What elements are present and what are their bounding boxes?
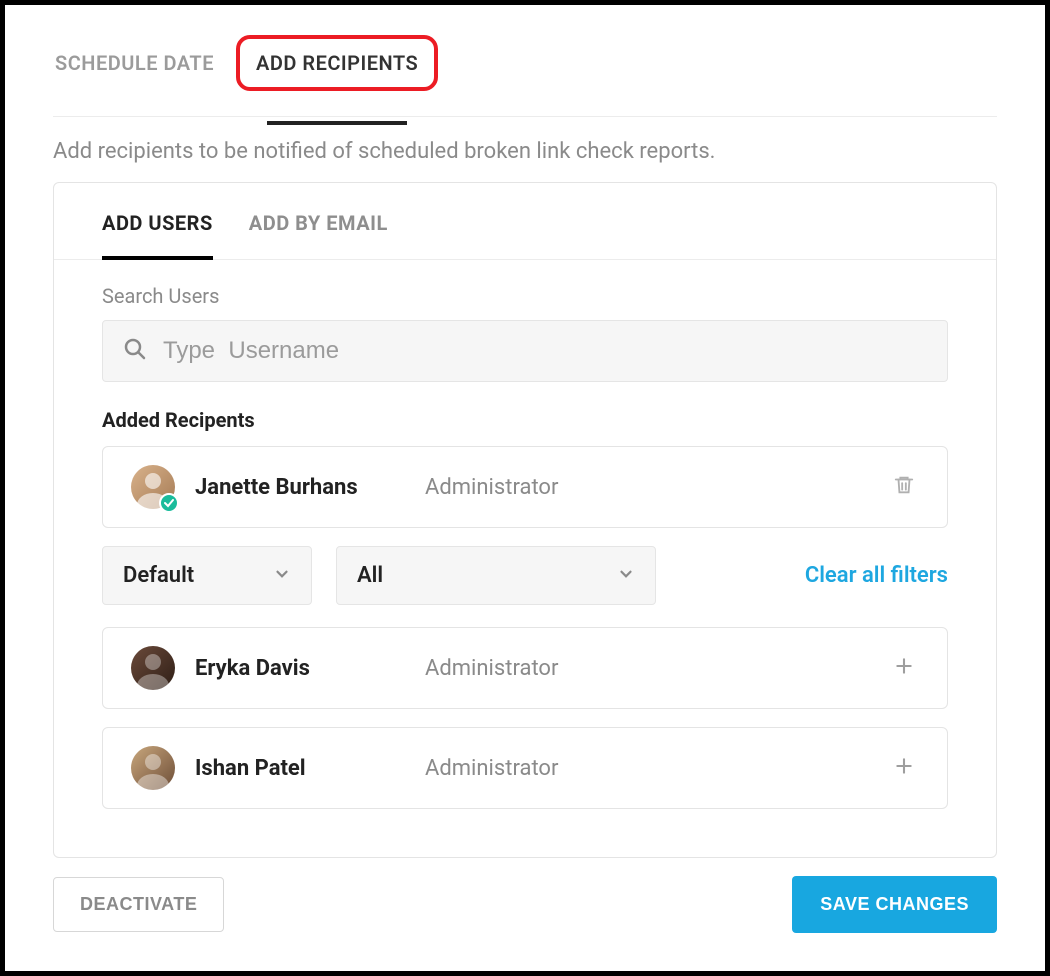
panel-body: Search Users Added Recipents Janette (54, 260, 996, 857)
save-changes-button[interactable]: SAVE CHANGES (792, 876, 997, 933)
page-description: Add recipients to be notified of schedul… (53, 139, 997, 164)
user-role: Administrator (425, 756, 869, 781)
user-name: Eryka Davis (195, 656, 405, 681)
top-tabs: SCHEDULE DATE ADD RECIPIENTS (53, 5, 997, 117)
chevron-down-icon (617, 565, 635, 587)
sort-select[interactable]: Default (102, 546, 312, 605)
tab-schedule-date[interactable]: SCHEDULE DATE (53, 47, 216, 79)
search-icon (123, 337, 147, 365)
tab-add-recipients[interactable]: ADD RECIPIENTS (254, 47, 420, 79)
available-user-row: Eryka Davis Administrator (102, 627, 948, 709)
main-container: SCHEDULE DATE ADD RECIPIENTS Add recipie… (5, 5, 1045, 953)
user-role: Administrator (425, 656, 869, 681)
chevron-down-icon (273, 565, 291, 587)
filter-row: Default All Clear all filters (102, 546, 948, 605)
search-wrap[interactable] (102, 320, 948, 382)
plus-icon (894, 656, 914, 680)
avatar (131, 746, 175, 790)
recipients-panel: ADD USERS ADD BY EMAIL Search Users Adde… (53, 182, 997, 858)
user-name: Ishan Patel (195, 756, 405, 781)
search-label: Search Users (102, 284, 948, 308)
sort-value: Default (123, 563, 194, 588)
plus-icon (894, 756, 914, 780)
check-badge-icon (159, 493, 179, 513)
added-recipients-title: Added Recipents (102, 408, 948, 432)
tab-add-by-email[interactable]: ADD BY EMAIL (249, 211, 388, 259)
role-filter-select[interactable]: All (336, 546, 656, 605)
highlight-callout: ADD RECIPIENTS (236, 35, 438, 91)
inner-tabs: ADD USERS ADD BY EMAIL (54, 183, 996, 260)
role-filter-value: All (357, 563, 383, 588)
add-user-button[interactable] (889, 756, 919, 780)
trash-icon (893, 474, 915, 500)
available-user-row: Ishan Patel Administrator (102, 727, 948, 809)
tab-add-users[interactable]: ADD USERS (102, 211, 213, 259)
recipient-role: Administrator (425, 475, 869, 500)
deactivate-button[interactable]: DEACTIVATE (53, 877, 224, 932)
search-input[interactable] (163, 337, 927, 365)
recipient-name: Janette Burhans (195, 475, 405, 500)
remove-recipient-button[interactable] (889, 474, 919, 500)
avatar (131, 646, 175, 690)
footer-actions: DEACTIVATE SAVE CHANGES (53, 876, 997, 933)
recipient-row: Janette Burhans Administrator (102, 446, 948, 528)
add-user-button[interactable] (889, 656, 919, 680)
clear-filters-link[interactable]: Clear all filters (805, 563, 948, 588)
avatar (131, 465, 175, 509)
